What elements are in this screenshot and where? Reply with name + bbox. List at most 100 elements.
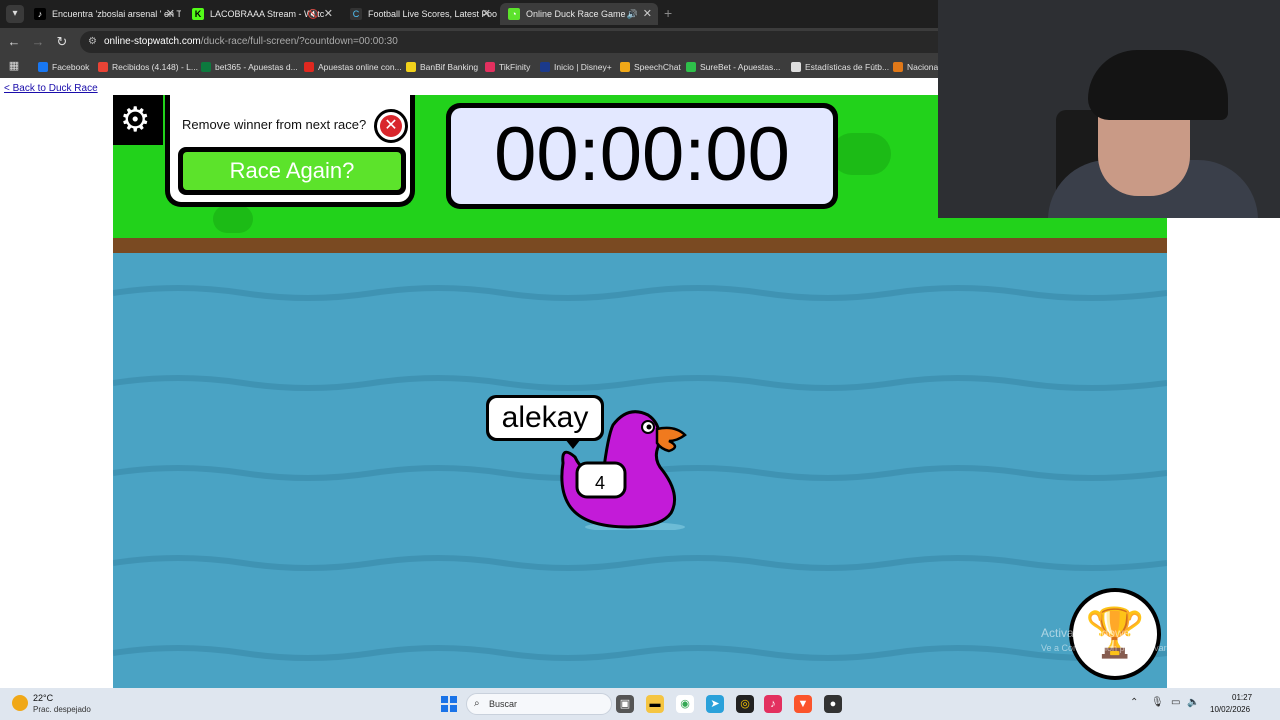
weather-condition[interactable]: Prac. despejado — [33, 705, 91, 714]
bookmark-item[interactable]: Estadísticas de Fútb... — [791, 59, 889, 75]
bookmark-label: SpeechChat — [634, 62, 681, 72]
bookmark-favicon-icon — [540, 62, 550, 72]
bookmark-favicon-icon — [98, 62, 108, 72]
bookmark-favicon-icon — [686, 62, 696, 72]
tab-football[interactable]: C Football Live Scores, Latest Foo ✕ — [342, 3, 497, 25]
tab-kick[interactable]: K LACOBRAAA Stream - Watc 🔇 ✕ — [184, 3, 339, 25]
tiktok-icon: ♪ — [34, 8, 46, 20]
bookmark-label: SureBet - Apuestas... — [700, 62, 781, 72]
microphone-icon[interactable]: 🎙 — [1151, 697, 1164, 708]
app-icon[interactable]: ◎ — [736, 695, 754, 713]
settings-button[interactable]: ⚙ — [113, 95, 163, 145]
network-icon[interactable]: ▭ — [1171, 697, 1180, 708]
football-icon: C — [350, 8, 362, 20]
bookmark-favicon-icon — [38, 62, 48, 72]
taskbar-search[interactable]: ⌕ Buscar — [466, 693, 612, 715]
bookmark-favicon-icon — [620, 62, 630, 72]
bookmark-favicon-icon — [406, 62, 416, 72]
winner-panel: Remove winner from next race? ✕ Race Aga… — [165, 95, 415, 207]
bookmark-favicon-icon — [201, 62, 211, 72]
url-host: online-stopwatch.com — [104, 36, 201, 47]
tab-search-button[interactable]: ▾ — [6, 5, 24, 23]
remove-winner-label: Remove winner from next race? — [182, 117, 367, 132]
weather-icon[interactable] — [12, 695, 28, 711]
close-icon[interactable]: ✕ — [643, 3, 652, 25]
bookmark-label: Inicio | Disney+ — [554, 62, 612, 72]
activation-watermark: Activar Windows — [1041, 626, 1130, 640]
bookmark-label: TikFinity — [499, 62, 531, 72]
gear-icon: ⚙ — [120, 101, 151, 139]
timer-display: 00:00:00 — [451, 108, 833, 204]
obs-icon[interactable]: ● — [824, 695, 842, 713]
close-icon[interactable]: ✕ — [482, 3, 491, 25]
remove-winner-button[interactable]: ✕ — [374, 109, 408, 143]
duck-number: 4 — [594, 473, 605, 493]
brave-icon[interactable]: ▼ — [794, 695, 812, 713]
task-view-icon[interactable]: ▣ — [616, 695, 634, 713]
race-again-button[interactable]: Race Again? — [178, 147, 406, 195]
search-placeholder: Buscar — [489, 699, 518, 709]
kick-icon: K — [192, 8, 204, 20]
bookmark-label: Facebook — [52, 62, 90, 72]
bookmark-item[interactable]: TikFinity — [485, 59, 530, 75]
bookmark-favicon-icon — [485, 62, 495, 72]
streamer-hair — [1088, 50, 1228, 120]
duck — [560, 410, 687, 530]
bookmark-item[interactable]: Inicio | Disney+ — [540, 59, 612, 75]
bookmark-favicon-icon — [791, 62, 801, 72]
close-icon[interactable]: ✕ — [324, 3, 333, 25]
bush — [831, 133, 891, 175]
url-path: /duck-race/full-screen/?countdown=00:00:… — [200, 36, 398, 47]
start-button[interactable] — [441, 696, 457, 712]
tab-label: Encuentra 'zboslai arsenal ' en T — [52, 9, 181, 19]
clock-time[interactable]: 01:27 — [1232, 693, 1252, 702]
muted-icon[interactable]: 🔇 — [308, 3, 319, 25]
apps-grid-icon[interactable]: ▦ — [6, 59, 22, 72]
bookmark-item[interactable]: BanBif Banking — [406, 59, 478, 75]
speaker-icon[interactable]: 🔊 — [627, 3, 638, 25]
reload-icon[interactable]: ↻ — [54, 34, 70, 50]
close-icon[interactable]: ✕ — [166, 3, 175, 25]
tab-tiktok[interactable]: ♪ Encuentra 'zboslai arsenal ' en T ✕ — [26, 3, 181, 25]
bookmark-label: bet365 - Apuestas d... — [215, 62, 298, 72]
bookmark-label: Estadísticas de Fútb... — [805, 62, 890, 72]
bookmark-item[interactable]: Recibidos (4.148) - L... — [98, 59, 198, 75]
weather-temperature[interactable]: 22°C — [33, 693, 53, 703]
forward-arrow-icon[interactable]: → — [30, 34, 46, 49]
bookmark-label: Nacional — [907, 62, 941, 72]
bookmark-item[interactable]: Apuestas online con... — [304, 59, 402, 75]
file-explorer-icon[interactable]: ▬ — [646, 695, 664, 713]
tab-label: Football Live Scores, Latest Foo — [368, 9, 497, 19]
bookmark-item[interactable]: Nacional — [893, 59, 940, 75]
search-icon: ⌕ — [474, 698, 480, 709]
bookmark-item[interactable]: Facebook — [38, 59, 89, 75]
site-info-icon[interactable]: ⚙ — [88, 31, 97, 53]
telegram-icon[interactable]: ➤ — [706, 695, 724, 713]
back-to-duck-race-link[interactable]: < Back to Duck Race — [4, 83, 98, 94]
race-again-label: Race Again? — [183, 152, 401, 190]
tab-label: Online Duck Race Game — [526, 9, 626, 19]
volume-icon[interactable]: 🔈 — [1187, 697, 1199, 708]
tiktok-live-icon[interactable]: ♪ — [764, 695, 782, 713]
activation-watermark-sub: Ve a Configuración para activar Windows. — [1041, 643, 1209, 653]
bookmark-item[interactable]: SpeechChat — [620, 59, 681, 75]
bookmark-favicon-icon — [304, 62, 314, 72]
bookmark-label: Apuestas online con... — [318, 62, 402, 72]
bookmark-label: BanBif Banking — [420, 62, 479, 72]
new-tab-button[interactable]: + — [664, 5, 672, 21]
close-icon: ✕ — [380, 115, 402, 137]
windows-taskbar: 22°C Prac. despejado ⌕ Buscar ▣ ▬ ◉ ➤ ◎ … — [0, 688, 1280, 720]
clock-date[interactable]: 10/02/2026 — [1210, 705, 1250, 714]
webcam-overlay — [938, 0, 1280, 218]
bush — [213, 205, 253, 233]
back-arrow-icon[interactable]: ← — [6, 34, 22, 49]
chevron-up-icon[interactable]: ⌃ — [1130, 697, 1138, 708]
bookmark-item[interactable]: SureBet - Apuestas... — [686, 59, 780, 75]
bookmark-favicon-icon — [893, 62, 903, 72]
bookmark-label: Recibidos (4.148) - L... — [112, 62, 198, 72]
bookmark-item[interactable]: bet365 - Apuestas d... — [201, 59, 298, 75]
stopwatch-icon: ◔ — [508, 8, 520, 20]
chrome-icon[interactable]: ◉ — [676, 695, 694, 713]
countdown-timer: 00:00:00 — [446, 103, 838, 209]
tab-duck-race[interactable]: ◔ Online Duck Race Game 🔊 ✕ — [500, 3, 658, 25]
